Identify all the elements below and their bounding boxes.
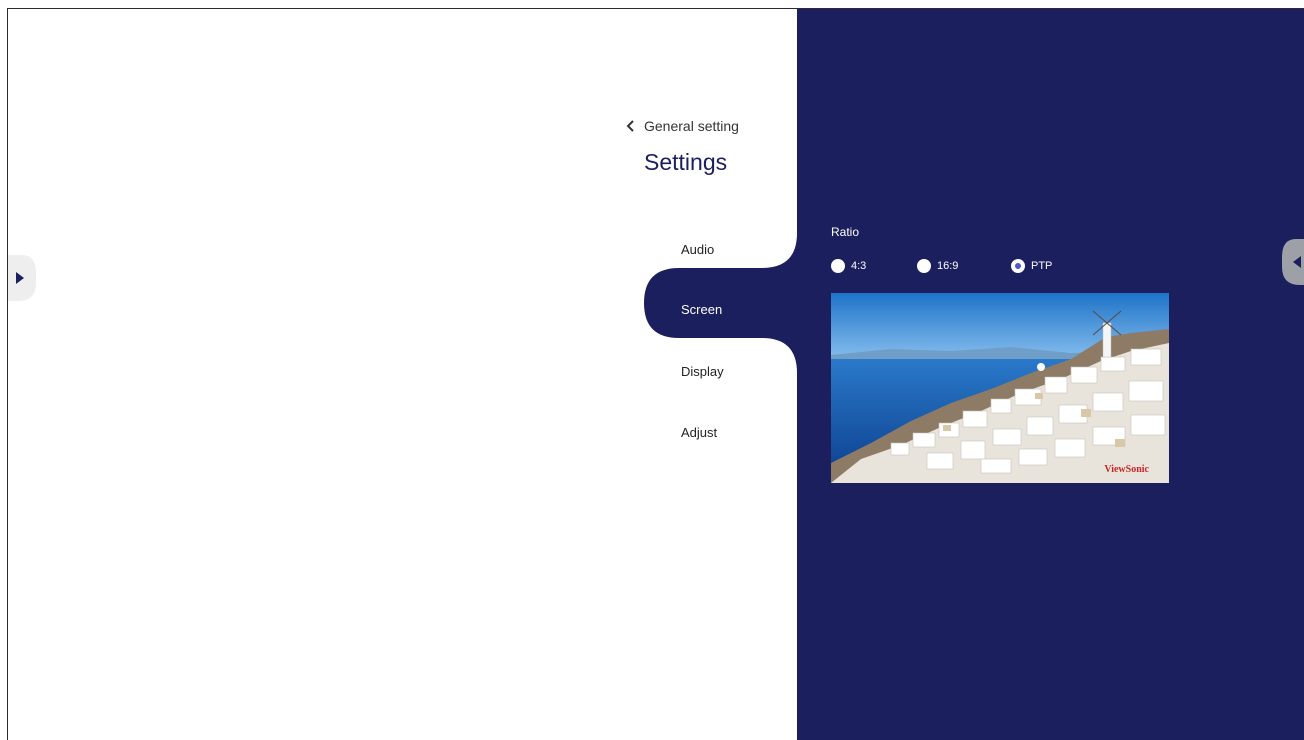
- nav-item-audio[interactable]: Audio: [644, 219, 797, 279]
- page-title: Settings: [644, 149, 728, 175]
- nav-item-adjust[interactable]: Adjust: [644, 402, 797, 462]
- ratio-option-4-3[interactable]: 4:3: [831, 257, 866, 275]
- open-left-drawer-button[interactable]: [8, 255, 36, 301]
- back-label: General setting: [644, 118, 739, 134]
- radio-selected-icon: [1011, 259, 1025, 273]
- nav-item-label: Adjust: [681, 424, 718, 440]
- ratio-option-label: 4:3: [851, 260, 867, 272]
- ratio-option-label: PTP: [1031, 260, 1053, 272]
- radio-unselected-icon: [831, 259, 845, 273]
- ratio-label: Ratio: [831, 225, 860, 239]
- nav-item-label: Display: [681, 363, 724, 379]
- ratio-option-label: 16:9: [937, 260, 959, 272]
- santorini-landscape-illustration: [831, 293, 1169, 483]
- ratio-option-ptp[interactable]: PTP: [1011, 257, 1052, 275]
- screen-preview-image: ViewSonic: [831, 293, 1169, 483]
- chevron-left-icon: [626, 120, 634, 132]
- back-button[interactable]: General setting: [626, 116, 739, 136]
- settings-screen: General setting Settings Audio Screen Di…: [7, 8, 1304, 740]
- radio-unselected-icon: [917, 259, 931, 273]
- nav-item-display[interactable]: Display: [644, 341, 797, 401]
- nav-item-label: Audio: [681, 241, 715, 257]
- preview-watermark: ViewSonic: [1104, 464, 1149, 475]
- nav-item-screen[interactable]: Screen: [644, 279, 797, 339]
- open-right-drawer-button[interactable]: [1282, 239, 1304, 285]
- ratio-option-16-9[interactable]: 16:9: [917, 257, 958, 275]
- settings-nav: Audio Screen Display Adjust: [644, 212, 797, 472]
- nav-item-label: Screen: [681, 301, 723, 317]
